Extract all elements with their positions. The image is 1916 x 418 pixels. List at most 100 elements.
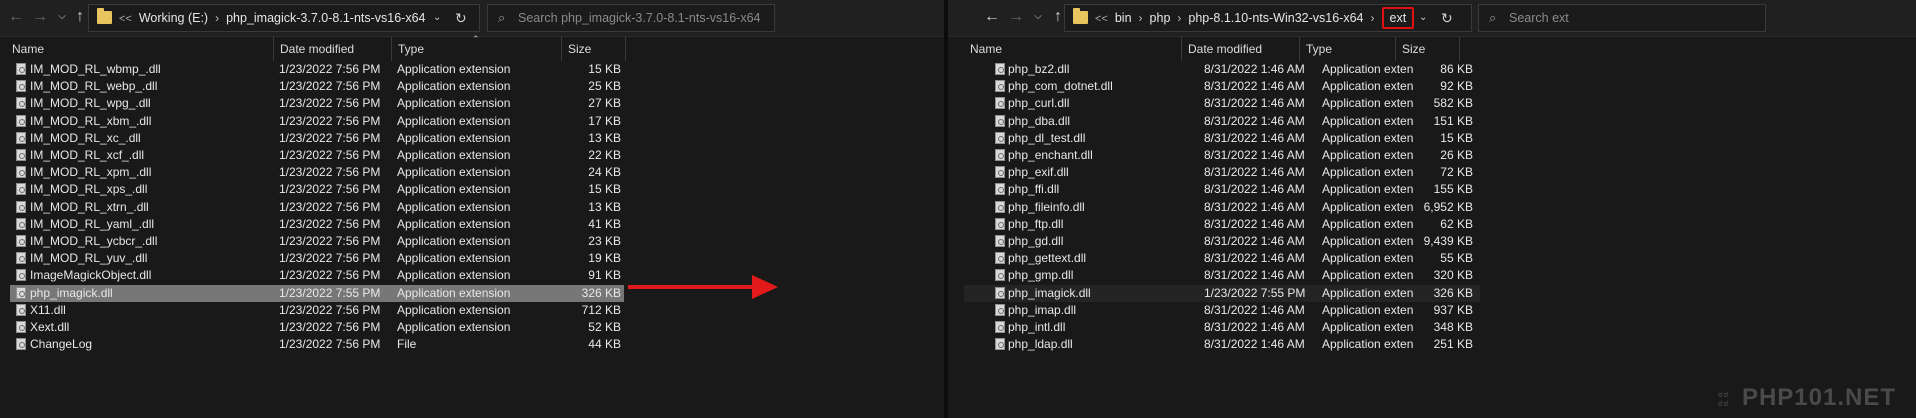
- file-row[interactable]: php_curl.dll 8/31/2022 1:46 AM Application…: [964, 95, 1480, 112]
- file-row[interactable]: php_imagick.dll 1/23/2022 7:55 PM Applicat…: [964, 284, 1480, 302]
- up-arrow-icon[interactable]: ↑: [70, 7, 90, 27]
- file-row[interactable]: IM_MOD_RL_xpm_.dll 1/23/2022 7:56 PM Appli…: [10, 164, 624, 181]
- breadcrumb-item-folder[interactable]: php_imagick-3.7.0-8.1-nts-vs16-x64: [226, 11, 425, 25]
- column-header-size[interactable]: Size: [562, 37, 626, 61]
- column-header-date[interactable]: Date modified: [274, 37, 392, 61]
- file-size: 13 KB: [588, 199, 621, 214]
- file-type: Application extension: [397, 96, 511, 111]
- breadcrumb-item-drive[interactable]: Working (E:): [139, 11, 208, 25]
- file-name: IM_MOD_RL_yuv_.dll: [30, 251, 148, 266]
- dll-file-icon: [16, 80, 26, 93]
- file-type: Application extension: [397, 62, 511, 76]
- file-row[interactable]: IM_MOD_RL_ycbcr_.dll 1/23/2022 7:56 PM App…: [10, 233, 624, 250]
- breadcrumb-separator-icon[interactable]: ›: [1177, 11, 1181, 25]
- breadcrumb-item-ext-highlighted[interactable]: ext: [1381, 7, 1415, 29]
- breadcrumb-item-php-version[interactable]: php-8.1.10-nts-Win32-vs16-x64: [1188, 11, 1363, 25]
- file-name: IM_MOD_RL_wpg_.dll: [30, 96, 151, 111]
- file-row[interactable]: php_ftp.dll 8/31/2022 1:46 AM Application …: [964, 216, 1480, 233]
- breadcrumb-item-php[interactable]: php: [1150, 11, 1171, 25]
- breadcrumb-overflow[interactable]: <<: [119, 13, 132, 25]
- file-row[interactable]: IM_MOD_RL_wbmp_.dll 1/23/2022 7:56 PM Appl…: [10, 61, 624, 78]
- file-row[interactable]: php_fileinfo.dll 8/31/2022 1:46 AM Applica…: [964, 199, 1480, 216]
- address-dropdown-chevron-icon[interactable]: ⌄: [433, 5, 441, 31]
- back-arrow-icon[interactable]: ←: [982, 7, 1002, 27]
- dll-file-icon: [16, 235, 26, 247]
- file-date-modified: 8/31/2022 1:46 AM: [1204, 251, 1305, 266]
- column-header-type[interactable]: Type: [1300, 37, 1396, 61]
- file-date-modified: 8/31/2022 1:46 AM: [1204, 113, 1305, 128]
- search-box[interactable]: ⌕: [1478, 4, 1766, 32]
- file-name: IM_MOD_RL_xc_.dll: [30, 130, 141, 145]
- file-type: Application extension: [397, 302, 511, 317]
- column-header-date[interactable]: Date modified: [1182, 37, 1300, 61]
- file-row[interactable]: IM_MOD_RL_yuv_.dll 1/23/2022 7:56 PM Appli…: [10, 250, 624, 267]
- breadcrumb-overflow[interactable]: <<: [1095, 13, 1108, 25]
- file-row[interactable]: php_gmp.dll 8/31/2022 1:46 AM Application …: [964, 267, 1480, 284]
- file-name: php_exif.dll: [1008, 165, 1069, 180]
- recent-locations-chevron-icon[interactable]: ⌵: [1028, 7, 1048, 27]
- recent-locations-chevron-icon[interactable]: ⌵: [52, 7, 72, 27]
- file-row[interactable]: php_dl_test.dll 8/31/2022 1:46 AM Applicat…: [964, 130, 1480, 147]
- address-dropdown-chevron-icon[interactable]: ⌄: [1419, 5, 1427, 31]
- search-input[interactable]: [1509, 5, 1759, 31]
- breadcrumb-separator-icon[interactable]: ›: [1139, 11, 1143, 25]
- address-bar[interactable]: << bin › php › php-8.1.10-nts-Win32-vs16-x64 ›…: [1064, 4, 1472, 32]
- file-date-modified: 1/23/2022 7:56 PM: [279, 148, 381, 162]
- breadcrumb-separator-icon[interactable]: ›: [215, 11, 219, 25]
- breadcrumb-item-bin[interactable]: bin: [1115, 11, 1132, 25]
- file-row[interactable]: X11.dll 1/23/2022 7:56 PM Application exte…: [10, 302, 624, 319]
- file-row[interactable]: IM_MOD_RL_webp_.dll 1/23/2022 7:56 PM Appl…: [10, 78, 624, 95]
- file-row[interactable]: IM_MOD_RL_xcf_.dll 1/23/2022 7:56 PM Appli…: [10, 147, 624, 164]
- file-row[interactable]: ImageMagickObject.dll 1/23/2022 7:56 PM Ap…: [10, 267, 624, 284]
- refresh-icon[interactable]: ↻: [455, 5, 467, 31]
- search-input[interactable]: [518, 5, 768, 31]
- back-arrow-icon[interactable]: ←: [6, 7, 26, 27]
- file-type: Application exten...: [1322, 199, 1414, 214]
- file-row[interactable]: php_imap.dll 8/31/2022 1:46 AM Application…: [964, 302, 1480, 319]
- file-row[interactable]: php_bz2.dll 8/31/2022 1:46 AM Application …: [964, 61, 1480, 78]
- file-row[interactable]: php_gd.dll 8/31/2022 1:46 AM Application e…: [964, 233, 1480, 250]
- file-date-modified: 8/31/2022 1:46 AM: [1204, 79, 1305, 94]
- watermark-text: PHP101.NET: [1741, 384, 1896, 411]
- file-row[interactable]: php_ffi.dll 8/31/2022 1:46 AM Application …: [964, 181, 1480, 198]
- file-row[interactable]: php_enchant.dll 8/31/2022 1:46 AM Applicat…: [964, 147, 1480, 164]
- file-row[interactable]: IM_MOD_RL_xtrn_.dll 1/23/2022 7:56 PM Appl…: [10, 199, 624, 216]
- file-row[interactable]: IM_MOD_RL_xbm_.dll 1/23/2022 7:56 PM Appli…: [10, 113, 624, 130]
- file-type: Application exten...: [1322, 302, 1414, 317]
- file-row[interactable]: php_dba.dll 8/31/2022 1:46 AM Application …: [964, 113, 1480, 130]
- file-row[interactable]: IM_MOD_RL_yaml_.dll 1/23/2022 7:56 PM Appl…: [10, 216, 624, 233]
- file-type: Application extension: [397, 320, 511, 334]
- file-row[interactable]: php_ldap.dll 8/31/2022 1:46 AM Application…: [964, 336, 1480, 353]
- file-row[interactable]: Xext.dll 1/23/2022 7:56 PM Application ext…: [10, 319, 624, 336]
- file-type: Application exten...: [1322, 268, 1414, 283]
- forward-arrow-icon[interactable]: →: [1006, 7, 1026, 27]
- dll-file-icon: [16, 286, 26, 299]
- file-row[interactable]: php_imagick.dll 1/23/2022 7:55 PM Applicat…: [10, 284, 624, 302]
- file-row[interactable]: ChangeLog 1/23/2022 7:56 PM File 44 KB: [10, 336, 624, 353]
- column-header-name[interactable]: Name: [6, 37, 274, 61]
- file-row[interactable]: php_exif.dll 8/31/2022 1:46 AM Application…: [964, 164, 1480, 181]
- file-row[interactable]: php_intl.dll 8/31/2022 1:46 AM Application…: [964, 319, 1480, 336]
- file-date-modified: 1/23/2022 7:56 PM: [279, 182, 381, 197]
- breadcrumb-separator-icon[interactable]: ›: [1371, 11, 1375, 25]
- file-date-modified: 1/23/2022 7:56 PM: [279, 199, 381, 214]
- file-row[interactable]: IM_MOD_RL_xc_.dll 1/23/2022 7:56 PM Applic…: [10, 130, 624, 147]
- file-row[interactable]: IM_MOD_RL_xps_.dll 1/23/2022 7:56 PM Appli…: [10, 181, 624, 198]
- file-row[interactable]: php_gettext.dll 8/31/2022 1:46 AM Applicat…: [964, 250, 1480, 267]
- column-header-type[interactable]: Type: [392, 37, 562, 61]
- file-size: 15 KB: [1440, 130, 1473, 145]
- file-row[interactable]: php_com_dotnet.dll 8/31/2022 1:46 AM Appli…: [964, 78, 1480, 95]
- search-icon: ⌕: [1489, 10, 1497, 25]
- file-size: 22 KB: [588, 148, 621, 162]
- column-header-size[interactable]: Size: [1396, 37, 1460, 61]
- search-box[interactable]: ⌕: [487, 4, 775, 32]
- refresh-icon[interactable]: ↻: [1441, 5, 1453, 31]
- address-bar[interactable]: << Working (E:) › php_imagick-3.7.0-8.1-nts…: [88, 4, 480, 32]
- file-name: php_imagick.dll: [1008, 285, 1091, 300]
- forward-arrow-icon[interactable]: →: [30, 7, 50, 27]
- column-header-name[interactable]: Name: [964, 37, 1182, 61]
- right-toolbar: ← → ⌵ ↑ << bin › php › php-8.1.10-nts-Win32-v…: [948, 0, 1916, 37]
- file-row[interactable]: IM_MOD_RL_wpg_.dll 1/23/2022 7:56 PM Appli…: [10, 95, 624, 112]
- dll-file-icon: [995, 63, 1005, 75]
- file-size: 62 KB: [1440, 216, 1473, 231]
